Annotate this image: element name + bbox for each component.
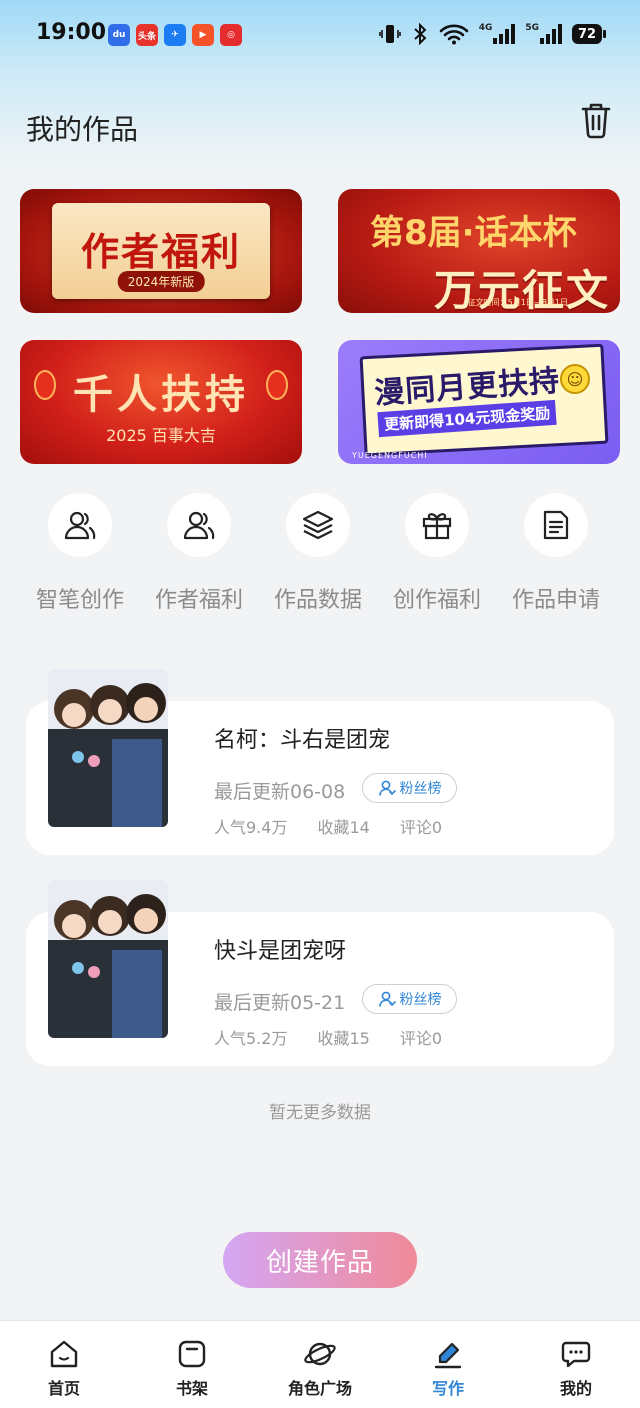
system-icons: 4G 5G 72 [378, 22, 606, 46]
video-app-icon: ▶ [192, 24, 214, 46]
tab-label: 角色广场 [287, 1379, 352, 1398]
banner-title: 千人扶持 [73, 372, 249, 418]
tab-label: 我的 [559, 1379, 592, 1398]
banner-author-welfare[interactable]: 作者福利 2024年新版 [20, 189, 302, 313]
work-comments: 评论0 [399, 818, 443, 837]
banner-footer: YUEGENGFUCHI [352, 451, 428, 460]
signal-5g-icon: 5G [525, 22, 562, 46]
layers-icon [286, 493, 350, 557]
work-cover-image[interactable] [48, 880, 168, 1038]
banner-scroll-decoration: 作者福利 2024年新版 [52, 203, 270, 299]
work-stats: 人气5.2万 收藏15 评论0 [214, 1025, 442, 1049]
work-comments: 评论0 [399, 1029, 443, 1048]
smiley-icon: ☺ [560, 364, 590, 394]
gift-icon [405, 493, 469, 557]
notification-app-icons: du 头条 ✈ ▶ ◎ [108, 24, 242, 46]
document-icon [524, 493, 588, 557]
bottom-tab-bar: 首页 书架 角色广场 写作 我的 [0, 1320, 640, 1408]
banner-date-range: 征文时间：5月1日—8月1日 [467, 298, 568, 307]
fans-ranking-button[interactable]: 粉丝榜 [362, 984, 457, 1014]
signal-4g-icon: 4G [479, 22, 516, 46]
tab-bookshelf[interactable]: 书架 [128, 1337, 256, 1399]
tab-writing[interactable]: 写作 [384, 1337, 512, 1399]
netease-app-icon: ◎ [220, 24, 242, 46]
work-popularity: 人气9.4万 [214, 818, 288, 837]
quick-action-label: 作品申请 [511, 588, 600, 613]
bookshelf-icon [128, 1337, 256, 1371]
quick-action-creation-welfare[interactable]: 创作福利 [377, 493, 497, 614]
work-favorites: 收藏15 [317, 1029, 370, 1048]
work-cover-image[interactable] [48, 669, 168, 827]
tab-label: 首页 [47, 1379, 80, 1398]
tab-home[interactable]: 首页 [0, 1337, 128, 1399]
fans-ranking-button[interactable]: 粉丝榜 [362, 773, 457, 803]
user-icon [378, 780, 396, 796]
user-icon [378, 991, 396, 1007]
work-title: 名柯：斗右是团宠 [214, 728, 391, 753]
work-title: 快斗是团宠呀 [214, 939, 347, 964]
tab-character-square[interactable]: 角色广场 [256, 1337, 384, 1399]
quick-action-label: 作者福利 [154, 588, 243, 613]
no-more-data-text: 暂无更多数据 [269, 1103, 371, 1123]
toutiao-app-icon: 头条 [136, 24, 158, 46]
battery-indicator: 72 [572, 24, 606, 44]
home-icon [0, 1337, 128, 1371]
users-icon [167, 493, 231, 557]
page-title: 我的作品 [26, 113, 139, 146]
tab-label: 写作 [431, 1379, 464, 1398]
user-pen-icon [48, 493, 112, 557]
banner-title: 作者福利 [80, 230, 241, 274]
fans-ranking-label: 粉丝榜 [399, 781, 442, 797]
status-time: 19:00 [36, 20, 107, 45]
trash-icon[interactable] [578, 100, 614, 140]
bird-app-icon: ✈ [164, 24, 186, 46]
quick-action-work-data[interactable]: 作品数据 [258, 493, 378, 614]
work-favorites: 收藏14 [317, 818, 370, 837]
work-last-updated: 最后更新05-21 [214, 992, 346, 1014]
banner-subtitle: 2024年新版 [117, 271, 205, 292]
tab-label: 书架 [175, 1379, 208, 1398]
quick-action-label: 创作福利 [392, 588, 481, 613]
work-stats: 人气9.4万 收藏14 评论0 [214, 814, 442, 838]
quick-action-author-welfare[interactable]: 作者福利 [139, 493, 259, 614]
quick-action-label: 智笔创作 [35, 588, 124, 613]
quick-action-label: 作品数据 [273, 588, 362, 613]
chat-bubble-icon [512, 1337, 640, 1371]
work-last-updated: 最后更新06-08 [214, 781, 346, 803]
planet-icon [256, 1337, 384, 1371]
baidu-app-icon: du [108, 24, 130, 46]
work-popularity: 人气5.2万 [214, 1029, 288, 1048]
banner-writing-contest[interactable]: 第8届·话本杯 万元征文 征文时间：5月1日—8月1日 [338, 189, 620, 313]
pen-icon [384, 1337, 512, 1371]
quick-action-work-application[interactable]: 作品申请 [496, 493, 616, 614]
banner-monthly-update[interactable]: 漫同月更扶持 ☺ 更新即得104元现金奖励 YUEGENGFUCHI [338, 340, 620, 464]
fans-ranking-label: 粉丝榜 [399, 992, 442, 1008]
banner-edition: 第8届·话本杯 [370, 213, 577, 253]
status-bar: 19:00 du 头条 ✈ ▶ ◎ 4G 5G 72 [0, 0, 640, 70]
wifi-icon [439, 22, 469, 46]
bluetooth-icon [411, 22, 429, 46]
tab-mine[interactable]: 我的 [512, 1337, 640, 1399]
create-work-button[interactable]: 创建作品 [223, 1232, 417, 1288]
banner-thousand-support[interactable]: 千人扶持 2025 百事大吉 [20, 340, 302, 464]
vibrate-icon [378, 22, 401, 46]
quick-action-smart-writing[interactable]: 智笔创作 [20, 493, 140, 614]
banner-subtitle: 2025 百事大吉 [106, 426, 216, 445]
